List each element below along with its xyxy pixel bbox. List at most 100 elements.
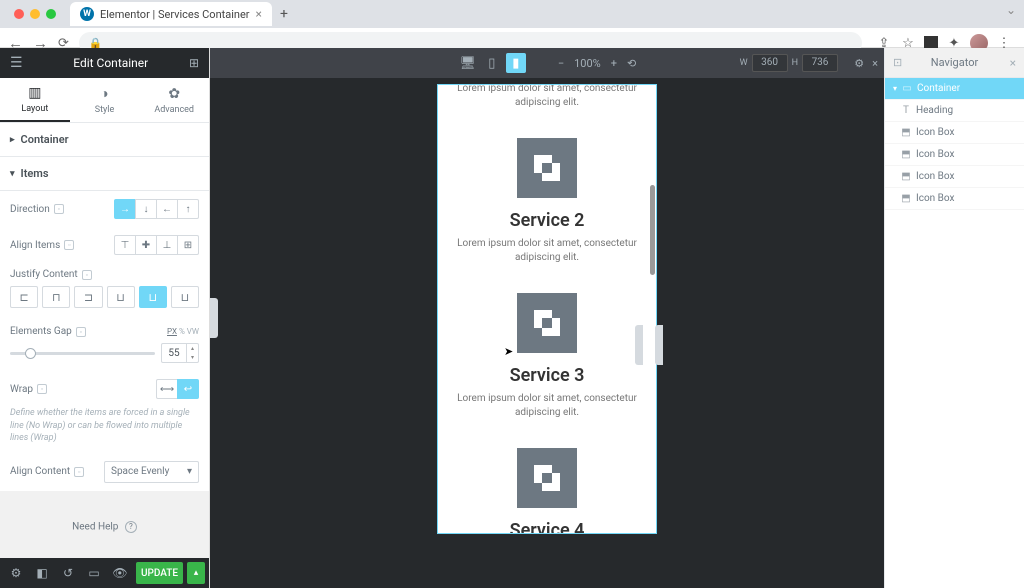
history-icon[interactable]: ↺ xyxy=(56,561,80,585)
tab-layout[interactable]: ▥ Layout xyxy=(0,78,70,122)
panel-resize-handle-left[interactable] xyxy=(210,298,218,338)
new-tab-button[interactable]: + xyxy=(280,6,288,22)
window-close[interactable] xyxy=(14,9,24,19)
iconbox-icon: ⬒ xyxy=(901,171,911,182)
frame-resize-handle-right[interactable] xyxy=(655,325,663,365)
cursor-icon: ➤ xyxy=(504,345,513,358)
service-item[interactable]: Service 1 Lorem ipsum dolor sit amet, co… xyxy=(446,84,648,110)
responsive-icon[interactable]: ▫ xyxy=(76,327,86,337)
height-input[interactable]: 736 xyxy=(802,54,838,72)
navigator-title: Navigator xyxy=(931,56,978,69)
section-container[interactable]: ▸ Container xyxy=(0,123,209,157)
nav-item-label: Heading xyxy=(916,105,953,116)
label-align-content: Align Content ▫ xyxy=(10,466,84,477)
gap-value: 55 xyxy=(162,348,186,359)
device-desktop-icon[interactable]: 🖥 xyxy=(458,53,478,73)
justify-around-icon[interactable]: ⊔ xyxy=(139,286,167,308)
nav-item-icon-box[interactable]: ⬒ Icon Box xyxy=(885,166,1024,188)
justify-start-icon[interactable]: ⊏ xyxy=(10,286,38,308)
tab-style[interactable]: ◑ Style xyxy=(70,78,140,122)
unit-vw[interactable]: VW xyxy=(187,327,199,336)
nav-item-icon-box[interactable]: ⬒ Icon Box xyxy=(885,188,1024,210)
device-mobile-icon[interactable]: ▮ xyxy=(506,53,526,73)
wrap-icon[interactable]: ↩ xyxy=(177,379,199,399)
align-content-select[interactable]: Space Evenly ▾ xyxy=(104,461,199,483)
unit-percent[interactable]: % xyxy=(179,327,185,336)
direction-column-reverse-icon[interactable]: ↑ xyxy=(177,199,199,219)
editor-panel: ☰ Edit Container ⊞ ▥ Layout ◑ Style ✿ Ad… xyxy=(0,48,210,588)
gap-input[interactable]: 55 ▴ ▾ xyxy=(161,343,199,363)
widgets-grid-icon[interactable]: ⊞ xyxy=(189,56,199,70)
navigator-icon[interactable]: ◧ xyxy=(30,561,54,585)
width-label: W xyxy=(740,58,748,68)
justify-end-icon[interactable]: ⊐ xyxy=(74,286,102,308)
align-stretch-icon[interactable]: ⊞ xyxy=(177,235,199,255)
preview-frame[interactable]: Service 1 Lorem ipsum dolor sit amet, co… xyxy=(437,84,657,534)
menu-icon[interactable]: ☰ xyxy=(10,55,23,71)
window-minimize[interactable] xyxy=(30,9,40,19)
gap-units: PX % VW xyxy=(167,327,199,336)
nav-item-heading[interactable]: T Heading xyxy=(885,100,1024,122)
responsive-icon[interactable]: ▫ xyxy=(64,240,74,250)
spin-down-icon[interactable]: ▾ xyxy=(187,353,198,362)
tabs-overflow-icon[interactable]: ⌄ xyxy=(1006,3,1016,17)
navigator-close-icon[interactable]: × xyxy=(1010,56,1016,70)
zoom-out-icon[interactable]: − xyxy=(558,57,564,70)
advanced-icon: ✿ xyxy=(168,86,180,102)
no-wrap-icon[interactable]: ⟷ xyxy=(156,379,178,399)
preview-icon[interactable]: 👁 xyxy=(108,561,132,585)
tab-close-icon[interactable]: × xyxy=(256,7,262,21)
spin-up-icon[interactable]: ▴ xyxy=(187,344,198,353)
service-item[interactable]: Service 3 Lorem ipsum dolor sit amet, co… xyxy=(446,293,648,420)
container-icon: ▭ xyxy=(902,83,912,94)
align-center-icon[interactable]: ✚ xyxy=(135,235,157,255)
justify-between-icon[interactable]: ⊔ xyxy=(107,286,135,308)
close-bar-icon[interactable]: × xyxy=(872,57,878,70)
panel-body: ▸ Container ▾ Items Direction ▫ → ↓ ← ↑ xyxy=(0,123,209,558)
control-wrap: Wrap ▫ ⟷ ↩ xyxy=(0,371,209,407)
nav-item-label: Container xyxy=(917,83,960,94)
service-description: Lorem ipsum dolor sit amet, consectetur … xyxy=(446,84,648,110)
device-tablet-icon[interactable]: ▯ xyxy=(482,53,502,73)
section-label: Container xyxy=(21,133,69,146)
service-title: Service 4 xyxy=(446,520,648,534)
control-justify-content: Justify Content ▫ ⊏ ⊓ ⊐ ⊔ ⊔ ⊔ xyxy=(0,263,209,318)
frame-resize-handle-left[interactable] xyxy=(635,325,643,365)
update-options-button[interactable]: ▴ xyxy=(187,562,205,584)
tab-label: Advanced xyxy=(154,105,194,115)
direction-row-icon[interactable]: → xyxy=(114,199,136,219)
responsive-icon[interactable]: ▭ xyxy=(82,561,106,585)
slider-thumb[interactable] xyxy=(25,348,36,359)
service-item[interactable]: Service 2 Lorem ipsum dolor sit amet, co… xyxy=(446,138,648,265)
unit-px[interactable]: PX xyxy=(167,327,177,336)
window-maximize[interactable] xyxy=(46,9,56,19)
browser-tab[interactable]: W Elementor | Services Container × xyxy=(70,2,272,26)
responsive-icon[interactable]: ▫ xyxy=(74,467,84,477)
responsive-icon[interactable]: ▫ xyxy=(54,204,64,214)
direction-column-icon[interactable]: ↓ xyxy=(135,199,157,219)
settings-icon[interactable]: ⚙ xyxy=(4,561,28,585)
zoom-reset-icon[interactable]: ⟲ xyxy=(627,57,636,70)
wordpress-icon: W xyxy=(80,7,94,21)
width-input[interactable]: 360 xyxy=(752,54,788,72)
section-items[interactable]: ▾ Items xyxy=(0,157,209,191)
nav-item-icon-box[interactable]: ⬒ Icon Box xyxy=(885,144,1024,166)
nav-item-container[interactable]: ▾ ▭ Container xyxy=(885,78,1024,100)
responsive-icon[interactable]: ▫ xyxy=(82,270,92,280)
align-start-icon[interactable]: ⊤ xyxy=(114,235,136,255)
direction-row-reverse-icon[interactable]: ← xyxy=(156,199,178,219)
nav-item-icon-box[interactable]: ⬒ Icon Box xyxy=(885,122,1024,144)
gap-slider[interactable] xyxy=(10,352,155,355)
preview-scrollbar[interactable] xyxy=(650,185,655,275)
need-help[interactable]: Need Help ? xyxy=(0,491,209,558)
responsive-icon[interactable]: ▫ xyxy=(37,384,47,394)
zoom-in-icon[interactable]: + xyxy=(611,57,617,70)
navigator-expand-icon[interactable]: ⊡ xyxy=(893,56,902,69)
justify-evenly-icon[interactable]: ⊔ xyxy=(171,286,199,308)
update-button[interactable]: UPDATE xyxy=(136,562,183,584)
justify-center-icon[interactable]: ⊓ xyxy=(42,286,70,308)
align-end-icon[interactable]: ⊥ xyxy=(156,235,178,255)
settings-gear-icon[interactable]: ⚙ xyxy=(854,57,864,70)
service-item[interactable]: Service 4 Lorem ipsum dolor sit amet, co… xyxy=(446,448,648,534)
tab-advanced[interactable]: ✿ Advanced xyxy=(139,78,209,122)
